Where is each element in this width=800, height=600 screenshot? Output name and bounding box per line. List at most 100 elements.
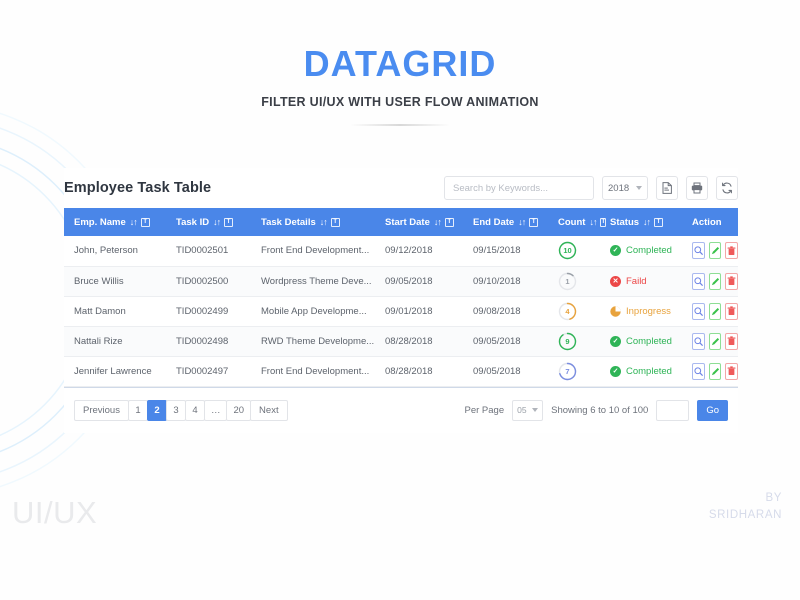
column-header-count[interactable]: Count↓↑T: [548, 208, 600, 236]
trash-icon: [727, 276, 736, 286]
cell-task-id: TID0002497: [166, 356, 251, 386]
filter-icon[interactable]: T: [600, 218, 606, 227]
watermark-right: BY SRIDHARAN: [709, 490, 782, 523]
year-filter-value: 2018: [608, 183, 629, 194]
card-header: Employee Task Table 2018: [64, 168, 738, 208]
page-button-next[interactable]: Next: [250, 400, 288, 421]
edit-button[interactable]: [709, 242, 722, 259]
table-row[interactable]: Bruce WillisTID0002500Wordpress Theme De…: [64, 266, 738, 296]
table-row[interactable]: Matt DamonTID0002499Mobile App Developme…: [64, 296, 738, 326]
page-button-20[interactable]: 20: [226, 400, 251, 421]
times-circle-icon: ✕: [610, 276, 621, 287]
check-circle-icon: ✓: [610, 366, 621, 377]
filter-icon[interactable]: T: [331, 218, 340, 227]
half-circle-icon: [610, 306, 621, 317]
page-header: DATAGRID FILTER UI/UX WITH USER FLOW ANI…: [0, 44, 800, 126]
year-filter-select[interactable]: 2018: [602, 176, 648, 200]
chevron-down-icon: [636, 186, 642, 190]
cell-start-date: 09/12/2018: [375, 236, 463, 266]
trash-icon: [727, 336, 736, 346]
filter-icon[interactable]: T: [445, 218, 454, 227]
footer-right: Per Page 05 Showing 6 to 10 of 100 Go: [465, 400, 729, 421]
edit-button[interactable]: [709, 333, 722, 350]
sort-icon[interactable]: ↓↑: [518, 217, 525, 227]
cell-count: 4: [548, 296, 600, 326]
delete-button[interactable]: [725, 333, 738, 350]
pagination: Previous1234…20Next: [74, 400, 287, 421]
filter-icon[interactable]: T: [654, 218, 663, 227]
column-label: Task Details: [261, 217, 316, 228]
count-badge: 9: [558, 332, 577, 351]
edit-button[interactable]: [709, 273, 722, 290]
column-header-emp-name[interactable]: Emp. Name ↓↑ T: [64, 208, 166, 236]
column-header-status[interactable]: Status↓↑T: [600, 208, 682, 236]
delete-button[interactable]: [725, 273, 738, 290]
filter-icon[interactable]: T: [224, 218, 233, 227]
cell-task-id: TID0002499: [166, 296, 251, 326]
page-button-4[interactable]: 4: [185, 400, 205, 421]
column-header-task-id[interactable]: Task ID ↓↑ T: [166, 208, 251, 236]
column-label: Task ID: [176, 217, 209, 228]
count-badge: 7: [558, 362, 577, 381]
column-label: Action: [692, 217, 722, 228]
export-button[interactable]: [656, 176, 678, 200]
refresh-button[interactable]: [716, 176, 738, 200]
sort-icon[interactable]: ↓↑: [320, 217, 327, 227]
go-button[interactable]: Go: [697, 400, 728, 421]
check-circle-icon: ✓: [610, 245, 621, 256]
view-button[interactable]: [692, 333, 705, 350]
page-root: DATAGRID FILTER UI/UX WITH USER FLOW ANI…: [0, 0, 800, 600]
magnifier-icon: [694, 367, 703, 376]
view-button[interactable]: [692, 303, 705, 320]
view-button[interactable]: [692, 363, 705, 380]
page-button-previous[interactable]: Previous: [74, 400, 129, 421]
column-header-task-details[interactable]: Task Details ↓↑ T: [251, 208, 375, 236]
per-page-value: 05: [517, 405, 526, 415]
card-toolbar: 2018: [444, 176, 738, 200]
page-button-1[interactable]: 1: [128, 400, 148, 421]
column-header-end-date[interactable]: End Date↓↑T: [463, 208, 548, 236]
delete-button[interactable]: [725, 303, 738, 320]
cell-task-details: Front End Development...: [251, 356, 375, 386]
view-button[interactable]: [692, 242, 705, 259]
watermark-by: BY: [709, 490, 782, 507]
cell-task-details: Mobile App Developme...: [251, 296, 375, 326]
page-button-[interactable]: …: [204, 400, 228, 421]
search-input[interactable]: [444, 176, 594, 200]
per-page-select[interactable]: 05: [512, 400, 543, 421]
sort-icon[interactable]: ↓↑: [434, 217, 441, 227]
cell-emp-name: Nattali Rize: [64, 326, 166, 356]
column-header-start-date[interactable]: Start Date↓↑T: [375, 208, 463, 236]
refresh-icon: [721, 182, 733, 194]
count-value: 10: [558, 241, 577, 260]
delete-button[interactable]: [725, 363, 738, 380]
edit-button[interactable]: [709, 363, 722, 380]
page-button-3[interactable]: 3: [166, 400, 186, 421]
view-button[interactable]: [692, 273, 705, 290]
sort-icon[interactable]: ↓↑: [130, 217, 137, 227]
cell-start-date: 09/01/2018: [375, 296, 463, 326]
filter-icon[interactable]: T: [141, 218, 150, 227]
table-row[interactable]: Nattali RizeTID0002498RWD Theme Developm…: [64, 326, 738, 356]
cell-start-date: 09/05/2018: [375, 266, 463, 296]
column-label: Emp. Name: [74, 217, 126, 228]
delete-button[interactable]: [725, 242, 738, 259]
column-header-action[interactable]: Action: [682, 208, 738, 236]
edit-button[interactable]: [709, 303, 722, 320]
table-footer: Previous1234…20Next Per Page 05 Showing …: [64, 387, 738, 433]
filter-icon[interactable]: T: [529, 218, 538, 227]
table-row[interactable]: John, PetersonTID0002501Front End Develo…: [64, 236, 738, 266]
cell-status: Inprogress: [600, 296, 682, 326]
table-row[interactable]: Jennifer LawrenceTID0002497Front End Dev…: [64, 356, 738, 386]
sort-icon[interactable]: ↓↑: [643, 217, 650, 227]
sort-icon[interactable]: ↓↑: [589, 217, 596, 227]
page-button-2[interactable]: 2: [147, 400, 167, 421]
cell-end-date: 09/08/2018: [463, 296, 548, 326]
pencil-icon: [711, 337, 720, 346]
print-button[interactable]: [686, 176, 708, 200]
table-body: John, PetersonTID0002501Front End Develo…: [64, 236, 738, 386]
cell-count: 1: [548, 266, 600, 296]
goto-page-input[interactable]: [656, 400, 689, 421]
sort-icon[interactable]: ↓↑: [213, 217, 220, 227]
cell-end-date: 09/05/2018: [463, 326, 548, 356]
